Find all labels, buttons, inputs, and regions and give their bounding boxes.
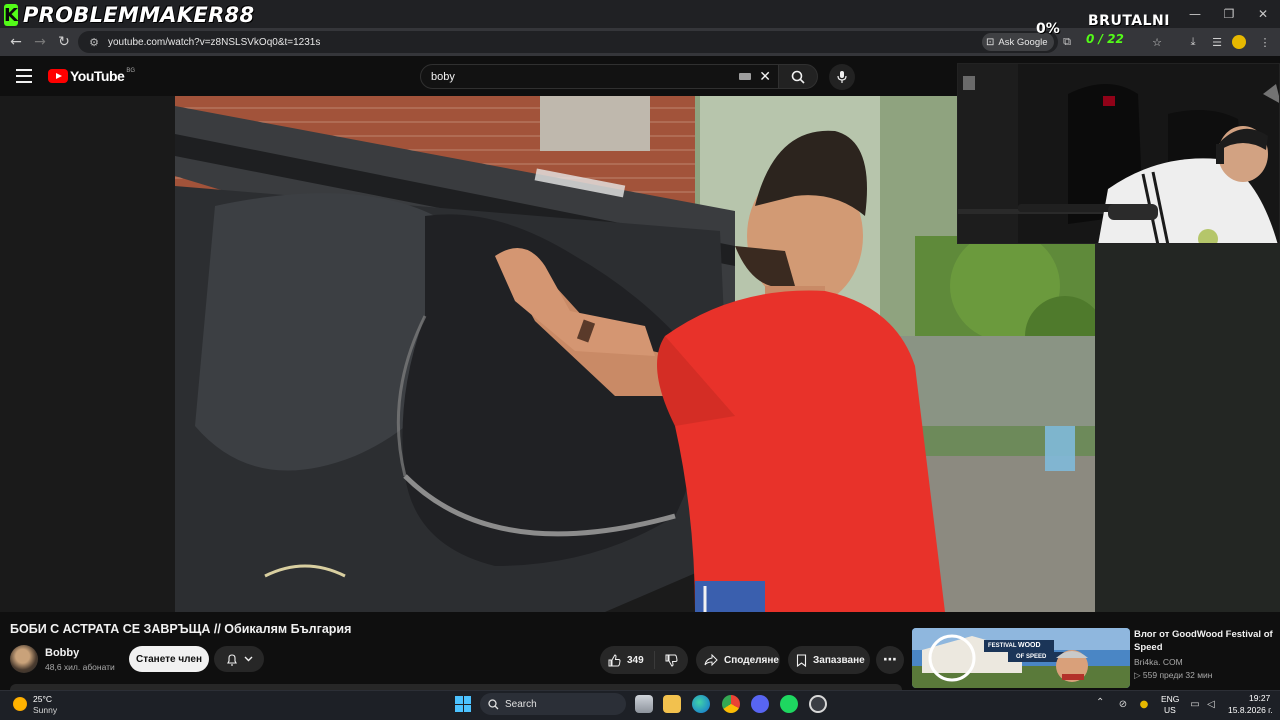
volume-icon[interactable]: ◁: [1204, 697, 1218, 711]
site-info-icon[interactable]: ⚙: [86, 34, 102, 50]
weather-temperature: 25°C: [33, 694, 52, 704]
edge-icon[interactable]: [692, 695, 710, 713]
channel-name[interactable]: Bobby: [45, 647, 79, 659]
input-region[interactable]: US: [1164, 705, 1176, 715]
ask-google-label: Ask Google: [998, 36, 1048, 48]
streamer-name: PROBLEMMAKER88: [22, 3, 255, 27]
display-icon[interactable]: ▭: [1188, 697, 1202, 711]
streamer-webcam: [957, 63, 1280, 244]
sun-icon[interactable]: [13, 697, 27, 711]
menu-icon[interactable]: [12, 64, 36, 88]
share-icon: [704, 654, 718, 666]
google-lens-icon: ⊡: [986, 36, 995, 48]
chrome-icon[interactable]: [722, 695, 740, 713]
maximize-button[interactable]: ❐: [1212, 0, 1246, 28]
clock-time[interactable]: 19:27: [1249, 693, 1270, 703]
chevron-down-icon: [244, 656, 252, 662]
like-count: 349: [627, 654, 644, 666]
like-dislike-group: 349: [600, 646, 688, 674]
save-button[interactable]: Запазване: [788, 646, 870, 674]
webcam-image: [958, 64, 1279, 243]
thumbs-up-icon: [608, 653, 621, 666]
share-button[interactable]: Споделяне: [696, 646, 780, 674]
search-icon: [791, 70, 805, 84]
reload-button[interactable]: ↻: [52, 30, 76, 54]
join-button[interactable]: Станете член: [129, 646, 209, 672]
address-bar[interactable]: ⚙ youtube.com/watch?v=z8NSLSVkOq0&t=1231…: [78, 31, 1058, 53]
microphone-icon: [837, 71, 847, 83]
search-query: boby: [431, 70, 455, 83]
stream-overlay-logo: K PROBLEMMAKER88: [0, 0, 254, 30]
bookmark-star-icon[interactable]: ☆: [1148, 33, 1166, 51]
tab-search-icon[interactable]: ⧉: [1058, 33, 1076, 51]
recommended-video-meta: ▷ 559 преди 32 мин: [1134, 670, 1213, 680]
recommended-video-title[interactable]: Влог от GoodWood Festival of Speed: [1134, 628, 1274, 654]
share-label: Споделяне: [724, 654, 779, 666]
file-explorer-icon[interactable]: [663, 695, 681, 713]
bookmark-icon: [796, 653, 807, 667]
youtube-play-icon: [48, 69, 68, 83]
input-language[interactable]: ENG: [1161, 694, 1179, 704]
recommended-video-channel[interactable]: Bri4ka. COM: [1134, 657, 1183, 667]
subscriber-count: 48,6 хил. абонати: [45, 662, 115, 672]
profile-avatar[interactable]: [1232, 35, 1246, 49]
region-code: BG: [126, 68, 135, 74]
thumbnail-brand-text: WOOD: [1018, 642, 1041, 649]
thumbnail-text-left: FESTIVAL: [988, 643, 1017, 649]
notifications-button[interactable]: [214, 646, 264, 672]
microphone-tray-icon[interactable]: ●: [1137, 697, 1151, 711]
bell-icon: [226, 653, 237, 666]
youtube-logo[interactable]: YouTube BG: [48, 68, 135, 84]
tray-overflow-icon[interactable]: ⌃: [1096, 697, 1104, 708]
discord-icon[interactable]: [751, 695, 769, 713]
clock-date[interactable]: 15.8.2026 г.: [1228, 705, 1273, 715]
overlay-brand: BRUTALNI: [1088, 13, 1170, 29]
more-actions-button[interactable]: ⋯: [876, 646, 904, 674]
search-input[interactable]: boby ✕: [420, 64, 780, 89]
task-view-icon[interactable]: [635, 695, 653, 713]
taskbar-search[interactable]: Search: [480, 693, 626, 715]
reading-list-icon[interactable]: ☰: [1208, 33, 1226, 51]
thumbnail-text-right: OF SPEED: [1016, 654, 1047, 660]
window-controls: — ❐ ✕: [1178, 0, 1280, 28]
recommended-video-thumbnail[interactable]: WOOD FESTIVAL OF SPEED: [912, 628, 1130, 688]
minimize-button[interactable]: —: [1178, 0, 1212, 28]
dislike-button[interactable]: [655, 654, 688, 667]
taskbar-search-label: Search: [505, 698, 537, 710]
keyboard-icon[interactable]: [739, 73, 752, 80]
youtube-wordmark: YouTube: [70, 68, 125, 84]
kick-logo-icon: K: [4, 4, 18, 26]
spotify-icon[interactable]: [780, 695, 798, 713]
channel-avatar[interactable]: [10, 645, 38, 673]
like-button[interactable]: 349: [600, 651, 655, 669]
search-button[interactable]: [778, 64, 818, 89]
video-title: БОБИ С АСТРАТА СЕ ЗАВРЪЩА // Обикалям Бъ…: [10, 622, 352, 636]
weather-condition: Sunny: [33, 705, 58, 715]
overlay-counter: 0 / 22: [1086, 32, 1124, 46]
browser-menu-icon[interactable]: ⋮: [1256, 33, 1274, 51]
search-icon: [488, 698, 499, 709]
start-button[interactable]: [455, 696, 471, 712]
close-window-button[interactable]: ✕: [1246, 0, 1280, 28]
address-url: youtube.com/watch?v=z8NSLSVkOq0&t=1231s: [108, 36, 321, 48]
save-label: Запазване: [813, 654, 865, 666]
clear-search-icon[interactable]: ✕: [759, 69, 771, 85]
obs-icon[interactable]: [809, 695, 827, 713]
network-off-icon[interactable]: ⊘: [1116, 697, 1130, 711]
voice-search-button[interactable]: [829, 64, 855, 90]
overlay-percent: 0%: [1036, 21, 1060, 37]
forward-button[interactable]: →: [28, 30, 52, 54]
thumbs-down-icon: [665, 654, 678, 667]
download-icon[interactable]: ⤓: [1184, 33, 1202, 51]
back-button[interactable]: ←: [4, 30, 28, 54]
